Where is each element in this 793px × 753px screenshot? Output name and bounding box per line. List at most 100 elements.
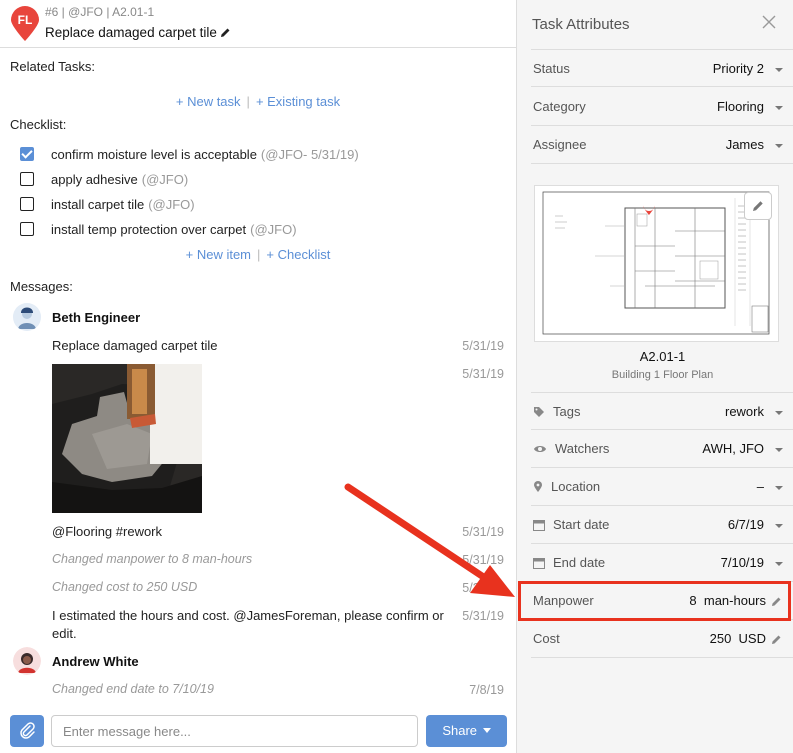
message-date: 7/8/19: [469, 683, 504, 697]
chevron-down-icon[interactable]: [775, 106, 783, 110]
task-detail-panel: FL #6 | @JFO | A2.01-1 Replace damaged c…: [0, 0, 516, 753]
sheet-name: A2.01-1: [639, 349, 686, 364]
message-date: 5/31/19: [462, 553, 504, 567]
checklist-item[interactable]: apply adhesive (@JFO): [20, 169, 188, 189]
checkbox[interactable]: [20, 197, 34, 211]
chevron-down-icon[interactable]: [775, 448, 783, 452]
attr-label-text: Watchers: [555, 441, 610, 456]
existing-task-link[interactable]: + Existing task: [256, 94, 340, 109]
attr-label-text: Start date: [553, 517, 610, 532]
attr-label-text: Tags: [553, 404, 581, 419]
checkbox[interactable]: [20, 172, 34, 186]
task-title-text: Replace damaged carpet tile: [45, 25, 217, 40]
link-separator: |: [246, 94, 250, 109]
avatar: [13, 647, 41, 675]
attr-label-text: End date: [553, 555, 606, 570]
message-photo[interactable]: [52, 364, 202, 513]
checklist-item-text: apply adhesive: [51, 171, 138, 187]
attr-label: End date: [533, 555, 605, 570]
attr-value: Priority 2: [712, 61, 764, 76]
attr-value: rework: [724, 404, 764, 419]
checklist-item-text: confirm moisture level is acceptable: [51, 146, 257, 162]
new-task-link[interactable]: + New task: [176, 94, 241, 109]
attr-label: Status: [533, 61, 570, 76]
checklist-label: Checklist:: [10, 117, 67, 132]
close-icon[interactable]: [761, 14, 777, 30]
checklist-item-meta: (@JFO- 5/31/19): [260, 146, 359, 162]
attr-label: Cost: [533, 631, 560, 646]
attach-button[interactable]: [10, 715, 44, 747]
message-text: Replace damaged carpet tile: [52, 338, 218, 353]
message-author: Beth Engineer: [52, 310, 141, 325]
panel-title: Task Attributes: [532, 16, 630, 33]
attr-cost[interactable]: Cost 250 USD: [531, 620, 793, 658]
message-text: I estimated the hours and cost. @JamesFo…: [52, 608, 444, 623]
attr-value: James: [725, 137, 764, 152]
cost-unit: USD: [738, 631, 766, 646]
message-date: 5/31/19: [462, 339, 504, 353]
share-button[interactable]: Share: [426, 715, 507, 747]
message-input[interactable]: [51, 715, 418, 747]
checklist-item[interactable]: confirm moisture level is acceptable (@JF…: [20, 144, 359, 164]
attr-assignee[interactable]: Assignee James: [531, 126, 793, 164]
checklist-item-meta: (@JFO): [141, 171, 189, 187]
new-item-link[interactable]: + New item: [186, 247, 251, 262]
attr-category[interactable]: Category Flooring: [531, 88, 793, 126]
chevron-down-icon[interactable]: [775, 486, 783, 490]
task-header: FL #6 | @JFO | A2.01-1 Replace damaged c…: [0, 0, 516, 48]
pencil-icon: [753, 201, 763, 211]
attr-label: Category: [533, 99, 586, 114]
checklist-links: + New item | + Checklist: [0, 247, 516, 262]
system-message: Changed end date to 7/10/19: [52, 682, 214, 696]
caret-down-icon: [482, 728, 491, 733]
chevron-down-icon[interactable]: [775, 411, 783, 415]
attr-start-date[interactable]: Start date 6/7/19: [531, 506, 793, 544]
related-tasks-label: Related Tasks:: [10, 59, 96, 74]
attr-location[interactable]: Location –: [531, 468, 793, 506]
cost-value: 250: [709, 631, 732, 646]
checkbox[interactable]: [20, 222, 34, 236]
calendar-icon: [533, 519, 545, 531]
sheet-thumbnail[interactable]: [534, 185, 779, 342]
tag-icon: [533, 406, 545, 418]
attr-label: Start date: [533, 517, 609, 532]
attr-label-text: Location: [551, 479, 601, 494]
attr-value: –: [756, 479, 764, 494]
attr-label: Location: [533, 479, 600, 494]
new-checklist-link[interactable]: + Checklist: [266, 247, 330, 262]
category-pin-icon: FL: [10, 6, 40, 42]
chevron-down-icon[interactable]: [775, 524, 783, 528]
attr-value: Flooring: [717, 99, 764, 114]
attr-label: Tags: [533, 404, 580, 419]
checkbox-checked[interactable]: [20, 147, 34, 161]
task-attributes-panel: Task Attributes Status Priority 2 Catego…: [516, 0, 793, 753]
pencil-icon[interactable]: [220, 26, 231, 41]
message-text-continued: edit.: [52, 626, 77, 641]
message-composer: Share: [0, 706, 516, 753]
calendar-icon: [533, 557, 545, 569]
attr-tags[interactable]: Tags rework: [531, 392, 793, 430]
system-message: Changed manpower to 8 man-hours: [52, 552, 253, 566]
link-separator: |: [257, 247, 261, 262]
checklist-item-meta: (@JFO): [250, 221, 297, 237]
checklist-item[interactable]: install carpet tile (@JFO): [20, 194, 195, 214]
pin-initials: FL: [17, 13, 33, 27]
task-title[interactable]: Replace damaged carpet tile: [45, 25, 231, 41]
chevron-down-icon[interactable]: [775, 144, 783, 148]
message-text: @Flooring #rework: [52, 524, 163, 539]
chevron-down-icon[interactable]: [775, 68, 783, 72]
pencil-icon[interactable]: [771, 633, 782, 648]
checklist-item[interactable]: install temp protection over carpet (@JFO…: [20, 219, 297, 239]
chevron-down-icon[interactable]: [775, 562, 783, 566]
edit-sheet-button[interactable]: [744, 192, 772, 220]
sheet-subtitle: Building 1 Floor Plan: [611, 369, 714, 381]
attr-label: Watchers: [533, 441, 609, 456]
checklist-item-text: install temp protection over carpet: [51, 221, 247, 237]
attr-status[interactable]: Status Priority 2: [531, 49, 793, 87]
paperclip-icon: [20, 722, 35, 739]
checklist-item-meta: (@JFO): [148, 196, 195, 212]
attr-watchers[interactable]: Watchers AWH, JFO: [531, 430, 793, 468]
messages-label: Messages:: [10, 279, 73, 294]
attr-end-date[interactable]: End date 7/10/19: [531, 544, 793, 582]
attr-value: AWH, JFO: [702, 441, 764, 456]
